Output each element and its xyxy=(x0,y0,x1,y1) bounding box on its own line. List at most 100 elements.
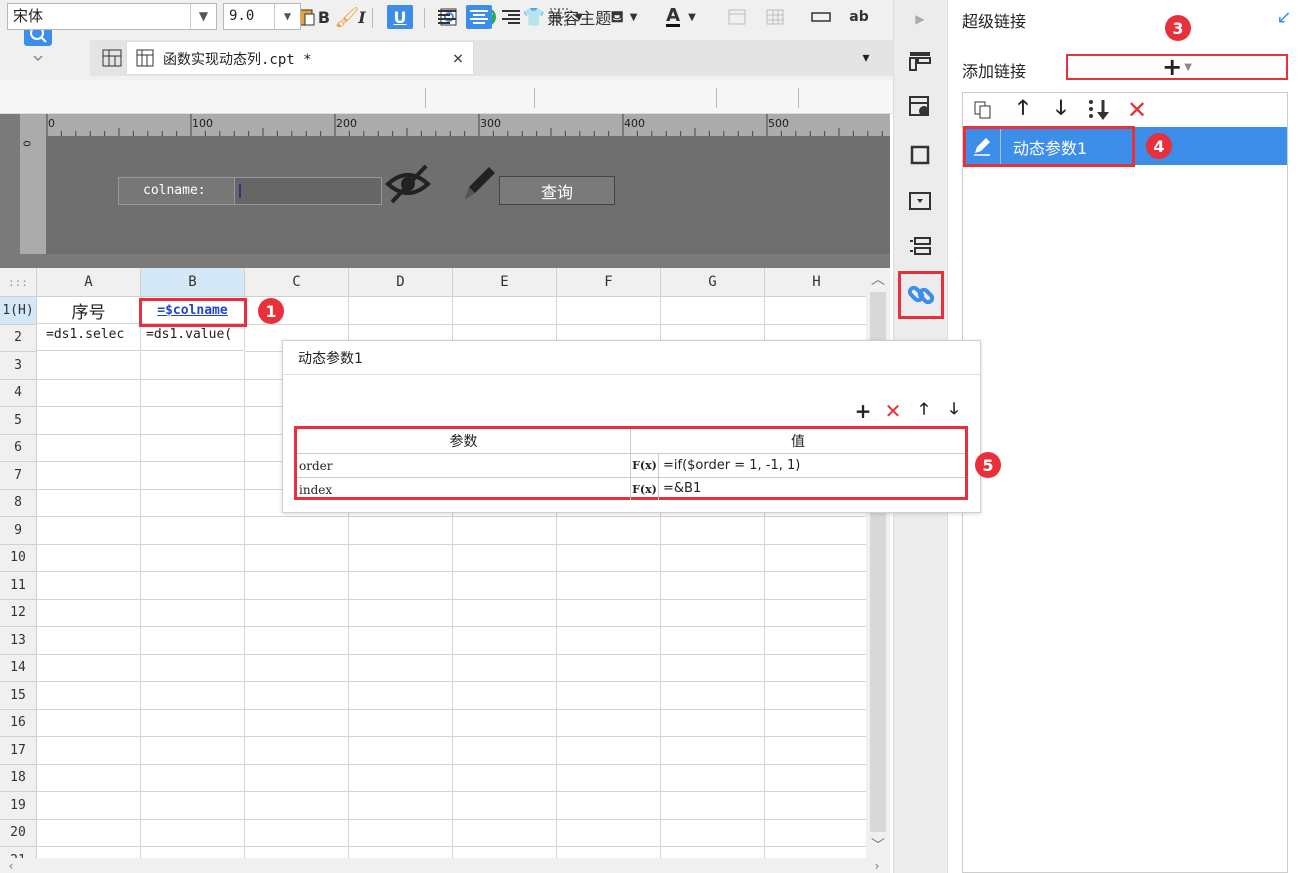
row-header[interactable]: 11 xyxy=(0,572,37,600)
widget-icon[interactable] xyxy=(903,184,937,218)
tab-menu-icon[interactable]: ▾ xyxy=(852,44,880,72)
grid-cell[interactable] xyxy=(557,517,661,545)
add-param-icon[interactable]: + xyxy=(852,399,874,423)
row-header[interactable]: 6 xyxy=(0,434,37,462)
grid-cell[interactable] xyxy=(765,600,866,627)
grid-cell[interactable] xyxy=(557,737,661,765)
grid-cell[interactable] xyxy=(557,709,661,737)
grid-cell[interactable] xyxy=(349,517,453,545)
scroll-left-icon[interactable]: ‹ xyxy=(4,858,18,873)
grid-cell[interactable] xyxy=(349,792,453,820)
row-header[interactable]: 17 xyxy=(0,737,37,765)
row-header[interactable]: 21 xyxy=(0,847,37,858)
grid-cell[interactable] xyxy=(349,627,453,655)
close-icon[interactable]: × xyxy=(449,48,467,69)
grid-corner[interactable]: ::: xyxy=(0,268,37,297)
grid-cell[interactable] xyxy=(453,517,557,545)
grid-cell[interactable] xyxy=(37,379,141,407)
grid-layout-icon[interactable] xyxy=(98,44,126,72)
grid-cell[interactable] xyxy=(661,819,765,847)
font-size-select[interactable]: 9.0 ▼ xyxy=(223,3,301,30)
grid-cell[interactable] xyxy=(661,297,765,325)
grid-cell[interactable] xyxy=(141,819,245,847)
grid-cell[interactable] xyxy=(37,544,141,572)
grid-cell[interactable] xyxy=(453,297,557,325)
grid-cell[interactable] xyxy=(349,654,453,682)
param-row-value[interactable]: =if($order = 1, -1, 1) xyxy=(659,454,965,478)
grid-cell[interactable] xyxy=(37,792,141,820)
grid-cell[interactable] xyxy=(141,462,245,490)
font-name-select[interactable]: 宋体 ▼ xyxy=(7,3,217,30)
grid-cell[interactable] xyxy=(349,544,453,572)
grid-cell[interactable] xyxy=(765,682,866,710)
grid-cell[interactable] xyxy=(349,764,453,792)
param-row-name[interactable]: order xyxy=(297,454,631,478)
grid-cell[interactable] xyxy=(765,655,866,682)
grid-cell[interactable] xyxy=(453,709,557,737)
cell-element-icon[interactable] xyxy=(903,90,937,124)
scroll-down-icon[interactable]: ﹀ xyxy=(868,836,888,854)
grid-cell[interactable] xyxy=(37,654,141,682)
scroll-up-icon[interactable]: ︿ xyxy=(868,270,888,288)
grid-cell[interactable] xyxy=(765,545,866,572)
grid-cell[interactable] xyxy=(141,654,245,682)
row-header[interactable]: 5 xyxy=(0,407,37,435)
grid-cell[interactable] xyxy=(453,737,557,765)
formula-fx-icon[interactable]: F(x) xyxy=(631,454,659,478)
grid-cell[interactable] xyxy=(245,517,349,545)
grid-cell[interactable] xyxy=(349,682,453,710)
horizontal-scrollbar[interactable]: ‹ › xyxy=(0,858,890,873)
row-header[interactable]: 14 xyxy=(0,654,37,682)
grid-cell[interactable] xyxy=(141,627,245,655)
row-header[interactable]: 20 xyxy=(0,819,37,847)
grid-cell[interactable] xyxy=(453,627,557,655)
grid-cell[interactable] xyxy=(453,819,557,847)
merge-cells-icon[interactable] xyxy=(724,5,750,29)
grid-cell[interactable] xyxy=(661,544,765,572)
grid-cell[interactable] xyxy=(453,572,557,600)
bold-button[interactable]: B xyxy=(311,5,337,29)
cell-b2[interactable]: =ds1.value( xyxy=(141,324,245,351)
grid-cell[interactable] xyxy=(245,847,349,858)
grid-cell[interactable] xyxy=(453,682,557,710)
grid-cell[interactable] xyxy=(661,627,765,655)
ab-button[interactable]: ab xyxy=(846,5,872,29)
column-header-a[interactable]: A xyxy=(37,268,141,297)
pencil-icon[interactable] xyxy=(456,158,502,208)
query-button[interactable]: 查询 xyxy=(499,176,615,205)
column-header-d[interactable]: D xyxy=(349,268,453,297)
grid-cell[interactable] xyxy=(661,517,765,545)
grid-cell[interactable] xyxy=(661,654,765,682)
row-header[interactable]: 16 xyxy=(0,709,37,737)
grid-cell[interactable] xyxy=(141,544,245,572)
grid-cell[interactable] xyxy=(37,352,141,380)
grid-cell[interactable] xyxy=(141,379,245,407)
grid-cell[interactable] xyxy=(37,434,141,462)
column-header-f[interactable]: F xyxy=(557,268,661,297)
grid-cell[interactable] xyxy=(245,792,349,820)
border-style-icon[interactable] xyxy=(903,138,937,172)
row-header[interactable]: 8 xyxy=(0,489,37,517)
column-header-g[interactable]: G xyxy=(661,268,765,297)
grid-cell[interactable] xyxy=(37,819,141,847)
grid-cell[interactable] xyxy=(557,599,661,627)
grid-cell[interactable] xyxy=(245,682,349,710)
grid-cell[interactable] xyxy=(349,572,453,600)
grid-cell[interactable] xyxy=(557,297,661,325)
row-header[interactable]: 7 xyxy=(0,462,37,490)
tab-document[interactable]: 函数实现动态列.cpt * × xyxy=(126,41,474,75)
grid-cell[interactable] xyxy=(557,792,661,820)
grid-cell[interactable] xyxy=(765,517,866,545)
grid-cell[interactable] xyxy=(37,764,141,792)
grid-cell[interactable] xyxy=(557,847,661,858)
grid-cell[interactable] xyxy=(245,709,349,737)
row-header[interactable]: 4 xyxy=(0,379,37,407)
condition-attribute-icon[interactable] xyxy=(903,230,937,264)
grid-cell[interactable] xyxy=(37,627,141,655)
grid-cell[interactable] xyxy=(453,599,557,627)
grid-cell[interactable] xyxy=(661,847,765,858)
grid-cell[interactable] xyxy=(765,847,866,858)
grid-cell[interactable] xyxy=(453,544,557,572)
grid-cell[interactable] xyxy=(349,737,453,765)
grid-cell[interactable] xyxy=(37,599,141,627)
